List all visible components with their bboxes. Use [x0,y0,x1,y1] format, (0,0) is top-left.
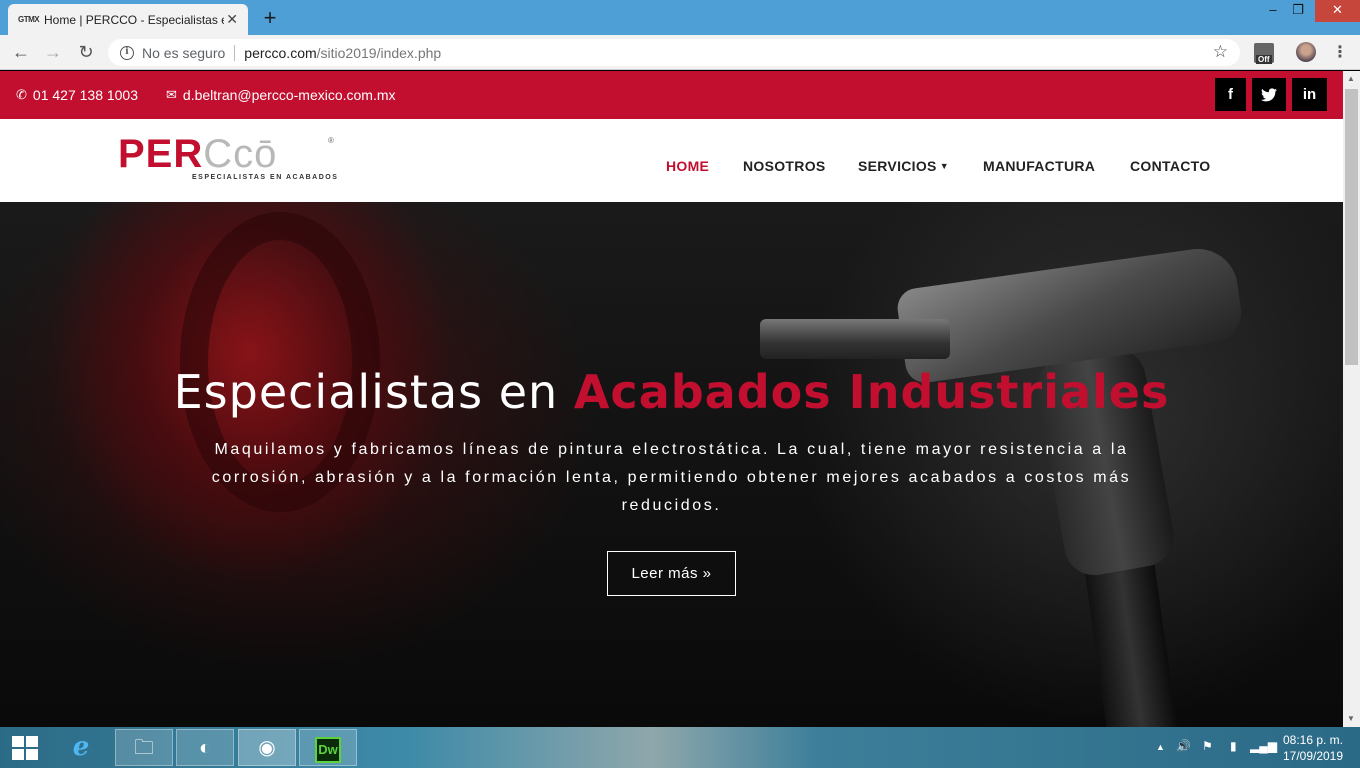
hero-description: Maquilamos y fabricamos líneas de pintur… [211,441,1132,514]
linkedin-icon[interactable]: in [1292,78,1327,111]
phone-contact[interactable]: ✆ 01 427 138 1003 [16,87,138,103]
signal-icon[interactable]: ▂▄▆ [1250,739,1277,753]
logo-tagline: ESPECIALISTAS EN ACABADOS [192,174,339,181]
chrome-menu-icon[interactable]: ⋮ [1332,42,1348,62]
hero-banner: Especialistas en Acabados Industriales M… [0,202,1343,727]
app-circle-icon[interactable]: ◐ [176,729,234,766]
percco-logo[interactable]: PERCcō ® ESPECIALISTAS EN ACABADOS [118,132,339,186]
internet-explorer-icon[interactable]: e [52,729,110,766]
url-path[interactable]: /sitio2019/index.php [317,45,442,61]
nav-manufactura[interactable]: MANUFACTURA [983,158,1095,174]
scroll-up-icon[interactable]: ▲ [1347,74,1355,83]
new-tab-button[interactable]: + [258,5,282,31]
omnibox-divider [234,44,236,61]
start-button-windows-icon[interactable] [12,736,38,760]
browser-tab-strip: GTMX Home | PERCCO - Especialistas en Ac… [0,0,1360,35]
phone-number[interactable]: 01 427 138 1003 [33,87,138,103]
dreamweaver-taskbar-icon[interactable]: Dw [299,729,357,766]
clock-date: 17/09/2019 [1282,749,1344,763]
browser-toolbar: ← → ↻ i No es seguro percco.com/sitio201… [0,35,1360,70]
security-label[interactable]: No es seguro [142,45,225,61]
extension-badge: Off [1256,55,1272,64]
email-contact[interactable]: ✉ d.beltran@percco-mexico.com.mx [166,87,396,103]
envelope-icon: ✉ [166,87,177,102]
volume-icon[interactable]: 🔊 [1176,739,1191,753]
network-warning-icon[interactable]: ⚑ [1202,739,1213,753]
tab-title: Home | PERCCO - Especialistas en Acabado… [44,12,224,27]
profile-avatar[interactable] [1296,42,1316,62]
info-icon[interactable]: i [120,45,134,60]
phone-icon: ✆ [16,87,27,102]
logo-registered-mark: ® [328,136,334,145]
contact-topbar: ✆ 01 427 138 1003 ✉ d.beltran@percco-mex… [0,71,1343,119]
email-address[interactable]: d.beltran@percco-mexico.com.mx [183,87,396,103]
back-button[interactable]: ← [8,40,34,66]
chrome-taskbar-icon[interactable]: ◉ [238,729,296,766]
windows-taskbar: e 🗀 ◐ ◉ Dw ▲ 🔊 ⚑ ▮ ▂▄▆ 08:16 p. m. 17/09… [0,727,1360,768]
scroll-down-icon[interactable]: ▼ [1347,714,1355,723]
nav-home[interactable]: HOME [666,158,709,174]
address-bar[interactable]: i No es seguro percco.com/sitio2019/inde… [108,39,1240,66]
browser-tab[interactable]: GTMX Home | PERCCO - Especialistas en Ac… [8,4,248,35]
read-more-button[interactable]: Leer más » [607,551,736,596]
nav-nosotros[interactable]: NOSOTROS [743,158,826,174]
scrollbar-thumb[interactable] [1345,89,1358,365]
forward-button[interactable]: → [40,40,66,66]
twitter-icon[interactable] [1252,78,1286,111]
tray-expand-icon[interactable]: ▲ [1156,742,1165,752]
dreamweaver-icon: Dw [315,737,341,763]
nav-contacto[interactable]: CONTACTO [1130,158,1210,174]
restore-window-button[interactable]: ❐ [1283,0,1313,22]
reload-button[interactable]: ↻ [73,40,99,66]
spray-gun-barrel-image [760,319,950,359]
site-header: PERCcō ® ESPECIALISTAS EN ACABADOS HOME … [0,119,1343,202]
system-clock[interactable]: 08:16 p. m. 17/09/2019 [1278,732,1348,764]
hero-title: Especialistas en Acabados Industriales [173,365,1170,419]
dropdown-caret-icon: ▼ [939,161,949,171]
close-tab-icon[interactable]: ✕ [226,11,238,28]
web-page: ✆ 01 427 138 1003 ✉ d.beltran@percco-mex… [0,71,1343,727]
file-explorer-icon[interactable]: 🗀 [115,729,173,766]
clock-time: 08:16 p. m. [1282,733,1344,747]
logo-wordmark: PERCcō [118,132,278,176]
battery-icon[interactable]: ▮ [1230,739,1237,753]
close-window-button[interactable]: ✕ [1315,0,1360,22]
facebook-icon[interactable]: f [1215,78,1246,111]
page-scrollbar[interactable]: ▲ ▼ [1343,71,1360,727]
url-host[interactable]: percco.com [244,45,316,61]
bookmark-star-icon[interactable]: ☆ [1213,42,1228,62]
site-favicon-icon: GTMX [18,15,40,24]
nav-servicios[interactable]: SERVICIOS ▼ [858,158,949,174]
